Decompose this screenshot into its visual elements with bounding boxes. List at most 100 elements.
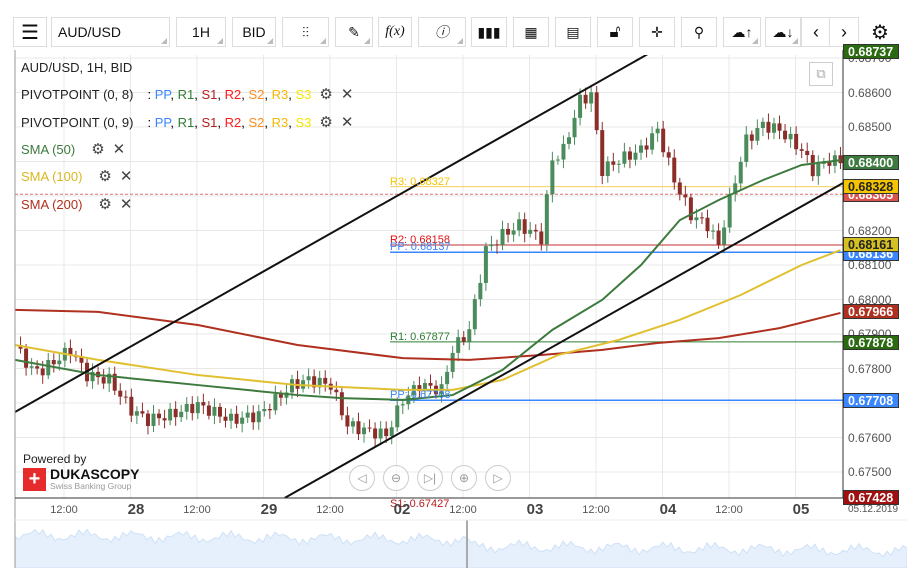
time-axis-day: 29 [260, 501, 278, 518]
candle-down [356, 421, 361, 435]
candle-up [467, 329, 472, 342]
time-axis-hour: 12:00 [449, 504, 477, 516]
candle-down [234, 413, 239, 424]
triangle-left-icon: ◁ [357, 471, 367, 485]
legend-sma-100: SMA (100) ⚙ ✕ [21, 167, 132, 185]
sma-200-label: SMA (200) [21, 196, 83, 212]
candle-up [760, 121, 765, 129]
close-icon[interactable]: ✕ [113, 140, 126, 158]
candle-up [650, 133, 655, 150]
candle-down [799, 149, 804, 151]
zoom-in-button[interactable]: ⊕ [451, 465, 477, 491]
brand-name: DUKASCOPY [50, 466, 140, 482]
close-icon[interactable]: ✕ [341, 85, 354, 103]
candle-up [168, 408, 173, 421]
time-axis-day: 05 [792, 501, 810, 518]
candle-up [184, 403, 189, 412]
candle-up [738, 161, 743, 184]
candle-down [51, 360, 56, 365]
candle-down [24, 348, 29, 368]
candle-down [223, 416, 228, 421]
candle-down [600, 130, 605, 177]
candle-up [378, 428, 383, 439]
candle-down [644, 145, 649, 150]
scroll-back-button[interactable]: ◁ [349, 465, 375, 491]
candle-up [450, 352, 455, 372]
candle-up [478, 282, 483, 300]
candle-down [794, 133, 799, 150]
scroll-forward-button[interactable]: ▷ [485, 465, 511, 491]
candle-down [190, 403, 195, 414]
candle-down [206, 405, 211, 416]
legend-sma-50: SMA (50) ⚙ ✕ [21, 140, 125, 158]
candle-up [256, 411, 261, 423]
close-icon[interactable]: ✕ [341, 113, 354, 131]
candle-down [323, 377, 328, 384]
price-axis-label: 0.67600 [848, 430, 892, 445]
candle-up [711, 230, 716, 232]
pivot-level-label: PP: 0.67708 [390, 389, 451, 402]
candle-up [633, 152, 638, 160]
price-tag: 0.68161 [843, 236, 899, 252]
close-icon[interactable]: ✕ [120, 167, 133, 185]
candle-up [694, 217, 699, 221]
candle-up [57, 360, 62, 365]
candle-down [35, 366, 40, 369]
candle-up [727, 194, 732, 228]
price-tag: 0.67708 [843, 393, 899, 409]
candle-down [145, 413, 150, 426]
time-axis-day: 03 [526, 501, 544, 518]
candle-down [251, 412, 256, 423]
candle-down [677, 182, 682, 195]
time-axis-day: 28 [127, 501, 145, 518]
time-axis-day: 02 [393, 501, 411, 518]
close-icon[interactable]: ✕ [120, 195, 133, 213]
time-axis-hour: 12:00 [316, 504, 344, 516]
candle-up [550, 160, 555, 195]
candle-down [777, 123, 782, 131]
candle-up [212, 406, 217, 416]
candle-up [179, 411, 184, 418]
candle-down [661, 128, 666, 153]
candle-up [151, 413, 156, 426]
candle-down [162, 418, 167, 421]
gear-icon[interactable]: ⚙ [91, 140, 104, 158]
candle-down [688, 197, 693, 221]
zoom-out-button[interactable]: ⊖ [383, 465, 409, 491]
zoom-in-icon: ⊕ [458, 471, 470, 485]
pivot-level-label: R3: 0.68327 [390, 175, 450, 188]
gear-icon[interactable]: ⚙ [319, 85, 332, 103]
candle-up [483, 246, 488, 283]
candle-up [29, 366, 34, 368]
candle-up [816, 163, 821, 177]
candle-down [766, 121, 771, 133]
gear-icon[interactable]: ⚙ [98, 167, 111, 185]
navigator-window[interactable] [466, 520, 907, 568]
legend-sma-200: SMA (200) ⚙ ✕ [21, 195, 132, 213]
price-tag: 0.68400 [843, 154, 899, 170]
price-axis-label: 0.67800 [848, 361, 892, 376]
candle-down [173, 408, 178, 418]
candle-down [334, 389, 339, 393]
candle-down [140, 411, 145, 414]
price-tag: 0.68737 [843, 44, 899, 59]
candle-up [561, 143, 566, 160]
pivot-2-items: : PP, R1, S1, R2, S2, R3, S3 [147, 114, 312, 130]
gear-icon[interactable]: ⚙ [319, 113, 332, 131]
candle-up [445, 371, 450, 385]
price-axis-label: 0.68600 [848, 85, 892, 100]
candle-down [40, 368, 45, 376]
gear-icon[interactable]: ⚙ [98, 195, 111, 213]
candle-down [129, 396, 134, 416]
price-axis-label: 0.68200 [848, 223, 892, 238]
candle-down [157, 413, 162, 419]
candle-down [367, 427, 372, 429]
candle-up [229, 413, 234, 421]
scroll-end-button[interactable]: ▷| [417, 465, 443, 491]
swiss-cross-logo: + [23, 468, 46, 491]
price-tag: 0.67428 [843, 489, 899, 505]
sma-100-label: SMA (100) [21, 168, 83, 184]
popout-icon: ⧉ [816, 66, 826, 81]
popout-button[interactable]: ⧉ [809, 62, 833, 86]
candle-down [627, 151, 632, 160]
